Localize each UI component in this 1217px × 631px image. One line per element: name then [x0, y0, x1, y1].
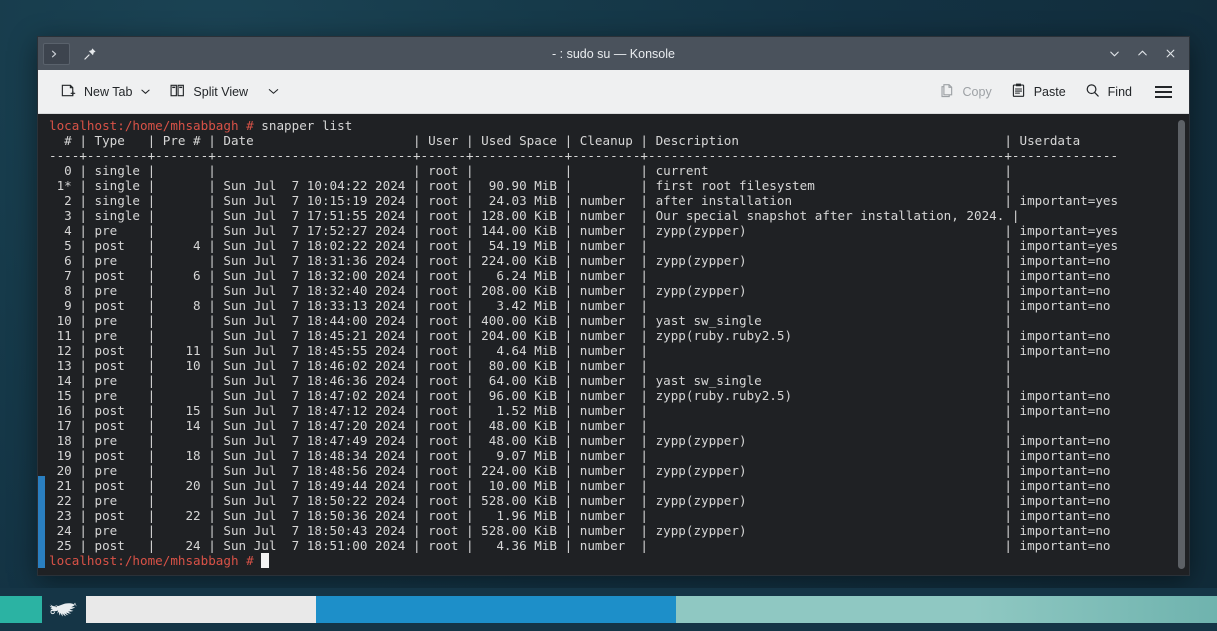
- terminal-scrollbar-right[interactable]: [1173, 114, 1189, 575]
- terminal-table-row: 3 | single | | Sun Jul 7 17:51:55 2024 |…: [49, 208, 1028, 223]
- terminal-table-row: 15 | pre | | Sun Jul 7 18:47:02 2024 | r…: [49, 388, 1111, 403]
- taskbar-strip: [86, 596, 1217, 623]
- terminal-area[interactable]: localhost:/home/mhsabbagh # snapper list…: [38, 114, 1189, 575]
- new-tab-icon: [60, 82, 77, 102]
- taskbar-segment-light[interactable]: [86, 596, 316, 623]
- split-view-label: Split View: [193, 84, 249, 99]
- search-icon: [1084, 82, 1101, 102]
- new-tab-button[interactable]: New Tab: [52, 77, 159, 107]
- terminal-table-row: 7 | post | 6 | Sun Jul 7 18:32:00 2024 |…: [49, 268, 1111, 283]
- window-titlebar[interactable]: - : sudo su — Konsole: [38, 37, 1189, 70]
- terminal-table-row: 0 | single | | | root | | | current |: [49, 163, 1020, 178]
- terminal-table-row: 1* | single | | Sun Jul 7 10:04:22 2024 …: [49, 178, 1020, 193]
- copy-label: Copy: [962, 84, 992, 99]
- terminal-table-row: 12 | post | 11 | Sun Jul 7 18:45:55 2024…: [49, 343, 1111, 358]
- copy-icon: [939, 82, 956, 102]
- konsole-window: - : sudo su — Konsole New Tab Split View…: [37, 36, 1190, 576]
- terminal-line-command: localhost:/home/mhsabbagh # snapper list: [49, 118, 353, 133]
- copy-button[interactable]: Copy: [931, 77, 1000, 107]
- scrollbar-handle[interactable]: [38, 476, 45, 568]
- split-view-button[interactable]: Split View: [161, 77, 256, 107]
- split-view-icon: [169, 82, 186, 102]
- taskbar-segment-mint[interactable]: [676, 596, 1217, 623]
- terminal-cursor: [261, 553, 269, 568]
- terminal-table-row: 14 | pre | | Sun Jul 7 18:46:36 2024 | r…: [49, 373, 1020, 388]
- desktop-taskbar[interactable]: [0, 588, 1217, 631]
- desktop-background: - : sudo su — Konsole New Tab Split View…: [0, 0, 1217, 631]
- terminal-table-row: 18 | pre | | Sun Jul 7 18:47:49 2024 | r…: [49, 433, 1111, 448]
- terminal-table-row: 17 | post | 14 | Sun Jul 7 18:47:20 2024…: [49, 418, 1020, 433]
- taskbar-segment-blue[interactable]: [316, 596, 676, 623]
- paste-icon: [1010, 82, 1027, 102]
- terminal-table-separator: ----+--------+-------+------------------…: [49, 148, 1119, 163]
- konsole-toolbar: New Tab Split View Copy Paste Find: [38, 70, 1189, 114]
- chevron-down-icon[interactable]: [267, 85, 280, 99]
- split-view-dropdown[interactable]: [258, 80, 288, 104]
- taskbar-accent-block: [0, 596, 42, 623]
- chevron-down-icon[interactable]: [140, 85, 151, 99]
- terminal-table-row: 16 | post | 15 | Sun Jul 7 18:47:12 2024…: [49, 403, 1111, 418]
- find-button[interactable]: Find: [1076, 77, 1140, 107]
- terminal-output[interactable]: localhost:/home/mhsabbagh # snapper list…: [45, 114, 1173, 575]
- find-label: Find: [1107, 84, 1132, 99]
- window-controls: [1101, 42, 1183, 66]
- terminal-line-prompt[interactable]: localhost:/home/mhsabbagh #: [49, 553, 1173, 568]
- terminal-table-row: 4 | pre | | Sun Jul 7 17:52:27 2024 | ro…: [49, 223, 1119, 238]
- terminal-scrollbar-left[interactable]: [38, 114, 45, 575]
- paste-label: Paste: [1033, 84, 1066, 99]
- terminal-table-header: # | Type | Pre # | Date | User | Used Sp…: [49, 133, 1119, 148]
- minimize-button[interactable]: [1101, 42, 1127, 66]
- terminal-table-row: 20 | pre | | Sun Jul 7 18:48:56 2024 | r…: [49, 463, 1111, 478]
- window-title: - : sudo su — Konsole: [552, 46, 675, 61]
- terminal-table-row: 9 | post | 8 | Sun Jul 7 18:33:13 2024 |…: [49, 298, 1111, 313]
- terminal-table-row: 10 | pre | | Sun Jul 7 18:44:00 2024 | r…: [49, 313, 1020, 328]
- terminal-table-row: 6 | pre | | Sun Jul 7 18:31:36 2024 | ro…: [49, 253, 1111, 268]
- maximize-button[interactable]: [1129, 42, 1155, 66]
- terminal-table-row: 8 | pre | | Sun Jul 7 18:32:40 2024 | ro…: [49, 283, 1111, 298]
- terminal-table-row: 19 | post | 18 | Sun Jul 7 18:48:34 2024…: [49, 448, 1111, 463]
- terminal-table-row: 24 | pre | | Sun Jul 7 18:50:43 2024 | r…: [49, 523, 1111, 538]
- terminal-table-row: 11 | pre | | Sun Jul 7 18:45:21 2024 | r…: [49, 328, 1111, 343]
- terminal-table-row: 21 | post | 20 | Sun Jul 7 18:49:44 2024…: [49, 478, 1111, 493]
- new-tab-label: New Tab: [84, 84, 133, 99]
- scrollbar-handle[interactable]: [1177, 120, 1185, 569]
- terminal-table-row: 2 | single | | Sun Jul 7 10:15:19 2024 |…: [49, 193, 1119, 208]
- terminal-table-row: 5 | post | 4 | Sun Jul 7 18:02:22 2024 |…: [49, 238, 1119, 253]
- opensuse-chameleon-icon[interactable]: [42, 599, 86, 621]
- terminal-table-row: 23 | post | 22 | Sun Jul 7 18:50:36 2024…: [49, 508, 1111, 523]
- paste-button[interactable]: Paste: [1002, 77, 1074, 107]
- terminal-table-row: 25 | post | 24 | Sun Jul 7 18:51:00 2024…: [49, 538, 1111, 553]
- terminal-table-row: 22 | pre | | Sun Jul 7 18:50:22 2024 | r…: [49, 493, 1111, 508]
- terminal-table-row: 13 | post | 10 | Sun Jul 7 18:46:02 2024…: [49, 358, 1020, 373]
- close-button[interactable]: [1157, 42, 1183, 66]
- terminal-icon[interactable]: [43, 42, 70, 65]
- hamburger-menu-icon[interactable]: [1150, 80, 1177, 104]
- pin-icon[interactable]: [77, 42, 103, 66]
